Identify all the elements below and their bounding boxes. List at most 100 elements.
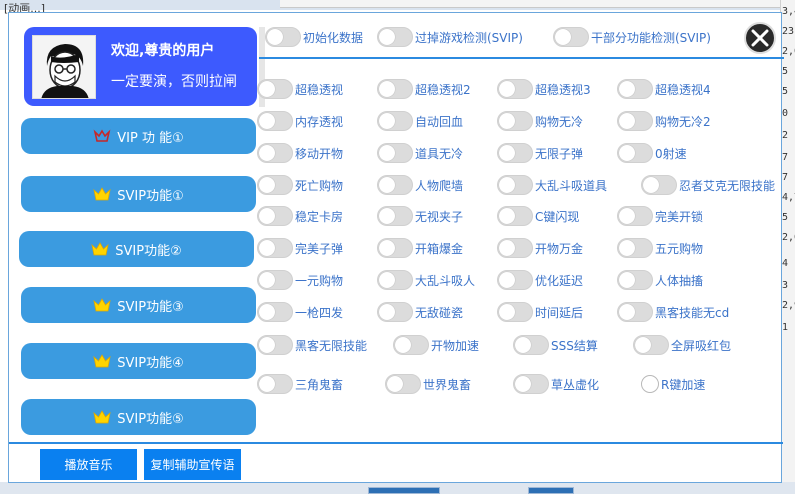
- toggle-track[interactable]: [377, 302, 413, 322]
- toggle-track[interactable]: [257, 238, 293, 258]
- toggle-feature[interactable]: C键闪现: [497, 205, 579, 227]
- side-button-svip-3[interactable]: SVIP功能③: [21, 287, 256, 323]
- toggle-feature[interactable]: 移动开物: [257, 142, 343, 164]
- toggle-track[interactable]: [257, 175, 293, 195]
- toggle-track[interactable]: [633, 335, 669, 355]
- toggle-feature[interactable]: 死亡购物: [257, 174, 343, 196]
- toggle-feature[interactable]: 一枪四发: [257, 301, 343, 323]
- toggle-feature[interactable]: 大乱斗吸道具: [497, 174, 607, 196]
- background-number: 1: [782, 322, 789, 333]
- side-button-svip-1[interactable]: SVIP功能①: [21, 176, 256, 212]
- copy-promo-button[interactable]: 复制辅助宣传语: [144, 449, 241, 480]
- toggle-feature[interactable]: 购物无冷: [497, 110, 583, 132]
- toggle-feature[interactable]: 优化延迟: [497, 269, 583, 291]
- toggle-track[interactable]: [497, 79, 533, 99]
- toggle-track[interactable]: [617, 111, 653, 131]
- toggle-track[interactable]: [377, 175, 413, 195]
- toggle-feature[interactable]: 内存透视: [257, 110, 343, 132]
- toggle-track[interactable]: [497, 143, 533, 163]
- play-music-button[interactable]: 播放音乐: [40, 449, 137, 480]
- toggle-track[interactable]: [257, 302, 293, 322]
- toggle-track[interactable]: [497, 238, 533, 258]
- toggle-feature[interactable]: 三角鬼畜: [257, 373, 343, 395]
- side-button-svip-2[interactable]: SVIP功能②: [19, 231, 254, 267]
- toggle-track[interactable]: [497, 302, 533, 322]
- side-button-vip[interactable]: VIP 功 能①: [21, 118, 256, 154]
- toggle-bypass-detection[interactable]: 过掉游戏检测(SVIP): [377, 26, 523, 48]
- toggle-feature[interactable]: 黑客无限技能: [257, 334, 367, 356]
- toggle-feature[interactable]: 开物加速: [393, 334, 479, 356]
- toggle-disable-detection[interactable]: 干部分功能检测(SVIP): [553, 26, 711, 48]
- toggle-track[interactable]: [257, 79, 293, 99]
- background-number: 2,6: [782, 232, 795, 243]
- toggle-track[interactable]: [617, 143, 653, 163]
- toggle-label: 超稳透视3: [535, 82, 591, 97]
- toggle-feature[interactable]: 超稳透视: [257, 78, 343, 100]
- close-button[interactable]: [744, 22, 776, 54]
- toggle-feature[interactable]: 道具无冷: [377, 142, 463, 164]
- toggle-feature[interactable]: 开物万金: [497, 237, 583, 259]
- toggle-track[interactable]: [497, 175, 533, 195]
- toggle-feature[interactable]: 完美开锁: [617, 205, 703, 227]
- radio-r-key-speed[interactable]: R键加速: [641, 373, 705, 395]
- toggle-feature[interactable]: 超稳透视3: [497, 78, 591, 100]
- toggle-init-data[interactable]: 初始化数据: [265, 26, 363, 48]
- toggle-track[interactable]: [497, 270, 533, 290]
- toggle-feature[interactable]: 大乱斗吸人: [377, 269, 475, 291]
- toggle-feature[interactable]: 超稳透视4: [617, 78, 711, 100]
- toggle-feature[interactable]: 人体抽搐: [617, 269, 703, 291]
- toggle-feature[interactable]: 时间延后: [497, 301, 583, 323]
- toggle-track[interactable]: [497, 111, 533, 131]
- toggle-track[interactable]: [257, 206, 293, 226]
- toggle-feature[interactable]: 无敌碰瓷: [377, 301, 463, 323]
- side-button-svip-5[interactable]: SVIP功能⑤: [21, 399, 256, 435]
- toggle-track[interactable]: [513, 335, 549, 355]
- toggle-track[interactable]: [553, 27, 589, 47]
- toggle-track[interactable]: [617, 270, 653, 290]
- toggle-track[interactable]: [617, 206, 653, 226]
- toggle-track[interactable]: [257, 374, 293, 394]
- toggle-label: 大乱斗吸道具: [535, 178, 608, 193]
- toggle-track[interactable]: [257, 143, 293, 163]
- toggle-track[interactable]: [385, 374, 421, 394]
- toggle-feature[interactable]: 自动回血: [377, 110, 463, 132]
- toggle-track[interactable]: [377, 79, 413, 99]
- toggle-feature[interactable]: 无限子弹: [497, 142, 583, 164]
- toggle-track[interactable]: [377, 111, 413, 131]
- toggle-feature[interactable]: 超稳透视2: [377, 78, 471, 100]
- toggle-track[interactable]: [257, 111, 293, 131]
- toggle-feature[interactable]: 开箱爆金: [377, 237, 463, 259]
- toggle-feature[interactable]: 黑客技能无cd: [617, 301, 729, 323]
- toggle-feature[interactable]: 全屏吸红包: [633, 334, 731, 356]
- toggle-feature[interactable]: SSS结算: [513, 334, 598, 356]
- toggle-track[interactable]: [617, 238, 653, 258]
- toggle-feature[interactable]: 完美子弹: [257, 237, 343, 259]
- toggle-track[interactable]: [257, 335, 293, 355]
- toggle-feature[interactable]: 稳定卡房: [257, 205, 343, 227]
- toggle-feature[interactable]: 一元购物: [257, 269, 343, 291]
- toggle-feature[interactable]: 无视夹子: [377, 205, 463, 227]
- toggle-feature[interactable]: 忍者艾克无限技能: [641, 174, 775, 196]
- toggle-track[interactable]: [257, 270, 293, 290]
- toggle-track[interactable]: [617, 302, 653, 322]
- toggle-track[interactable]: [377, 238, 413, 258]
- toggle-feature[interactable]: 世界鬼畜: [385, 373, 471, 395]
- toggle-feature[interactable]: 草丛虚化: [513, 373, 599, 395]
- toggle-track[interactable]: [641, 175, 677, 195]
- toggle-feature[interactable]: 五元购物: [617, 237, 703, 259]
- radio-circle[interactable]: [641, 375, 659, 393]
- toggle-feature[interactable]: 0射速: [617, 142, 687, 164]
- background-number: 5: [782, 212, 789, 223]
- toggle-track[interactable]: [393, 335, 429, 355]
- toggle-track[interactable]: [617, 79, 653, 99]
- toggle-track[interactable]: [377, 143, 413, 163]
- toggle-track[interactable]: [377, 206, 413, 226]
- toggle-track[interactable]: [377, 270, 413, 290]
- toggle-track[interactable]: [377, 27, 413, 47]
- toggle-track[interactable]: [497, 206, 533, 226]
- side-button-svip-4[interactable]: SVIP功能④: [21, 343, 256, 379]
- toggle-track[interactable]: [265, 27, 301, 47]
- toggle-feature[interactable]: 人物爬墙: [377, 174, 463, 196]
- toggle-track[interactable]: [513, 374, 549, 394]
- toggle-feature[interactable]: 购物无冷2: [617, 110, 711, 132]
